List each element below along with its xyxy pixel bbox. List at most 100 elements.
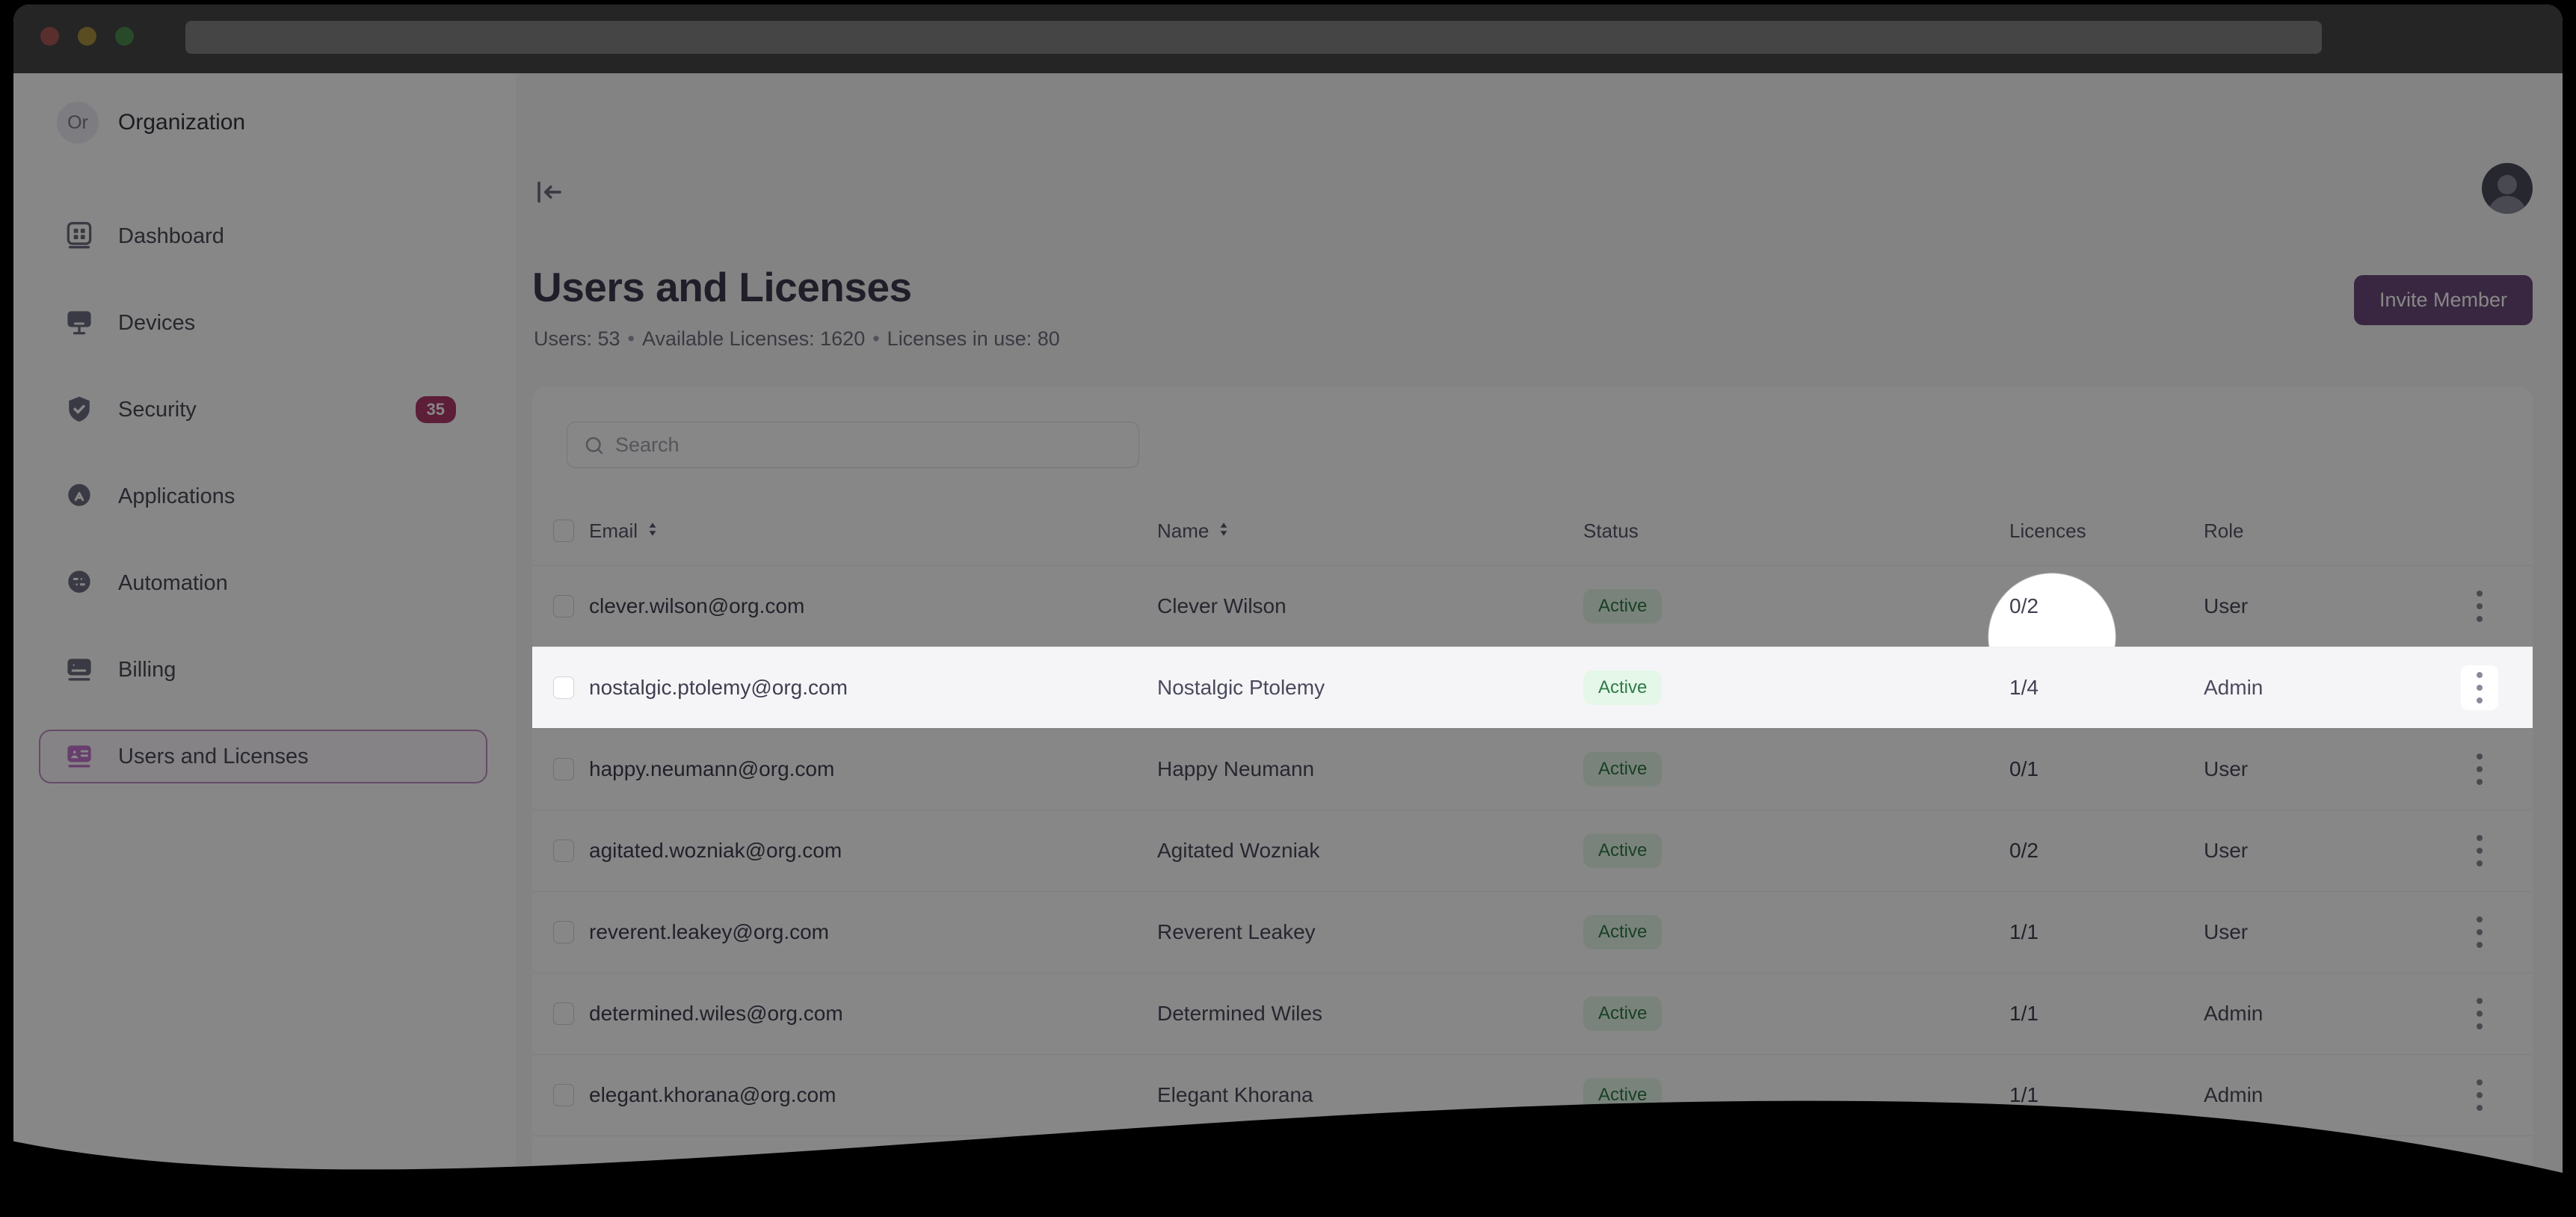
- organization-switcher[interactable]: Or Organization: [57, 102, 245, 144]
- column-header-label: Email: [589, 519, 638, 542]
- row-checkbox[interactable]: [553, 1165, 574, 1188]
- sidebar-item-dashboard[interactable]: Dashboard: [39, 209, 487, 263]
- cell-name: Clever Wilson: [1157, 594, 1287, 617]
- cell-actions: [2398, 828, 2533, 873]
- kebab-menu-icon[interactable]: [2461, 1073, 2498, 1118]
- cell-email: determined.wiles@org.com: [589, 1002, 843, 1025]
- sidebar-item-label: Billing: [118, 657, 176, 682]
- table-row[interactable]: agitated.wozniak@org.com Agitated Wozniak…: [532, 810, 2533, 891]
- status-badge: Active: [1583, 1078, 1663, 1112]
- cell-role: Admin: [2204, 676, 2264, 699]
- row-checkbox[interactable]: [553, 1084, 574, 1106]
- row-checkbox[interactable]: [553, 1002, 574, 1025]
- column-header-name[interactable]: Name: [1157, 520, 1583, 543]
- cell-actions: [2398, 1073, 2533, 1118]
- table-row[interactable]: admiring.sinoussi@org.com Admiring Sinous…: [532, 1136, 2533, 1210]
- status-badge: Active: [1583, 752, 1663, 786]
- app-viewport: Or Organization Dashboard Devices Security…: [13, 73, 2563, 1210]
- sidebar-item-automation[interactable]: Automation: [39, 556, 487, 610]
- cell-role: User: [2204, 1165, 2249, 1188]
- cell-role: Admin: [2204, 1083, 2264, 1106]
- table-row[interactable]: nostalgic.ptolemy@org.com Nostalgic Ptole…: [532, 647, 2533, 728]
- cell-licences: 0/1: [2009, 757, 2039, 780]
- table-row[interactable]: clever.wilson@org.com Clever Wilson Active…: [532, 565, 2533, 647]
- cell-status: Active: [1583, 834, 2009, 868]
- kebab-menu-icon[interactable]: [2461, 910, 2498, 955]
- cell-status: Active: [1583, 671, 2009, 705]
- cell-email: admiring.sinoussi@org.com: [589, 1165, 848, 1188]
- cell-role: User: [2204, 920, 2249, 943]
- status-badge: Active: [1583, 915, 1663, 949]
- shield-icon: [63, 393, 96, 426]
- row-checkbox[interactable]: [553, 921, 574, 943]
- kebab-menu-icon[interactable]: [2461, 584, 2498, 629]
- page-subtitle-stats: Users: 53 • Available Licenses: 1620 • Licen…: [534, 327, 1060, 351]
- cell-licences: 0/2: [2009, 839, 2039, 862]
- minimize-window-button[interactable]: [78, 27, 96, 46]
- apps-icon: [63, 480, 96, 513]
- column-header-licences: Licences: [2009, 520, 2204, 543]
- cell-licences: 1/1: [2009, 1083, 2039, 1106]
- cell-status: Active: [1583, 752, 2009, 786]
- kebab-menu-icon[interactable]: [2461, 747, 2498, 792]
- cell-name: Reverent Leakey: [1157, 920, 1316, 943]
- cell-status: Active: [1583, 589, 2009, 623]
- sidebar-item-label: Users and Licenses: [118, 744, 309, 768]
- cell-name: Determined Wiles: [1157, 1002, 1322, 1025]
- sidebar-nav: Dashboard Devices Security 35 Applications Au…: [39, 209, 487, 816]
- sidebar-item-label: Dashboard: [118, 224, 224, 248]
- page-title: Users and Licenses: [532, 264, 912, 310]
- kebab-menu-icon[interactable]: [2461, 828, 2498, 873]
- row-select-cell: [532, 677, 589, 699]
- close-window-button[interactable]: [40, 27, 59, 46]
- select-all-checkbox[interactable]: [553, 520, 574, 542]
- table-row[interactable]: happy.neumann@org.com Happy Neumann Active…: [532, 728, 2533, 810]
- kebab-menu-icon[interactable]: [2461, 1154, 2498, 1199]
- search-input[interactable]: [567, 422, 1139, 468]
- table-row[interactable]: determined.wiles@org.com Determined Wiles…: [532, 973, 2533, 1054]
- cell-name: Happy Neumann: [1157, 757, 1315, 780]
- screenshot-stage: Or Organization Dashboard Devices Security…: [0, 0, 2576, 1217]
- sidebar-item-label: Applications: [118, 484, 235, 508]
- select-all-cell: [532, 520, 589, 542]
- window-traffic-lights: [40, 27, 134, 46]
- organization-avatar: Or: [57, 102, 99, 144]
- sort-arrows-icon[interactable]: [1218, 520, 1230, 543]
- column-header-label: Status: [1583, 519, 1639, 542]
- users-table-card: Email Name Status Licences Role clever.wilso…: [532, 387, 2533, 1210]
- row-select-cell: [532, 921, 589, 943]
- row-checkbox[interactable]: [553, 758, 574, 780]
- browser-titlebar: [13, 4, 2563, 73]
- row-checkbox[interactable]: [553, 595, 574, 617]
- row-select-cell: [532, 1084, 589, 1106]
- kebab-menu-icon[interactable]: [2461, 991, 2498, 1036]
- column-header-email[interactable]: Email: [589, 520, 1157, 543]
- sliders-icon: [63, 567, 96, 600]
- kebab-menu-icon[interactable]: [2461, 665, 2498, 710]
- cell-actions: [2398, 584, 2533, 629]
- cell-email: happy.neumann@org.com: [589, 757, 835, 780]
- maximize-window-button[interactable]: [115, 27, 134, 46]
- invite-member-button[interactable]: Invite Member: [2353, 275, 2533, 325]
- browser-window: Or Organization Dashboard Devices Security…: [13, 4, 2563, 1210]
- sidebar-item-devices[interactable]: Devices: [39, 296, 487, 350]
- column-header-label: Name: [1157, 519, 1210, 542]
- sidebar-item-label: Automation: [118, 570, 228, 595]
- sort-arrows-icon[interactable]: [647, 520, 659, 543]
- cell-actions: [2398, 910, 2533, 955]
- table-body: clever.wilson@org.com Clever Wilson Active…: [532, 565, 2533, 1210]
- row-checkbox[interactable]: [553, 839, 574, 862]
- sidebar-item-security[interactable]: Security 35: [39, 383, 487, 437]
- cell-actions: [2398, 665, 2533, 710]
- sidebar-item-users-and-licenses[interactable]: Users and Licenses: [39, 730, 487, 783]
- cell-role: User: [2204, 594, 2249, 617]
- url-bar[interactable]: [185, 21, 2322, 54]
- table-row[interactable]: elegant.khorana@org.com Elegant Khorana Ac…: [532, 1054, 2533, 1136]
- sidebar-item-applications[interactable]: Applications: [39, 469, 487, 523]
- search-field-wrapper: [567, 422, 1139, 468]
- table-row[interactable]: reverent.leakey@org.com Reverent Leakey Ac…: [532, 891, 2533, 973]
- sidebar-item-billing[interactable]: Billing: [39, 643, 487, 697]
- cell-status: Active: [1583, 915, 2009, 949]
- row-checkbox[interactable]: [553, 677, 574, 699]
- table-header-row: Email Name Status Licences Role: [532, 496, 2533, 565]
